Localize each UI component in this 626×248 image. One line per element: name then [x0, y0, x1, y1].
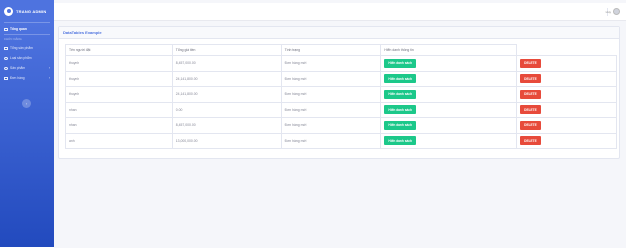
sidebar-item-product-types[interactable]: Loại sản phẩm: [0, 53, 54, 63]
cell-customer: thuynh: [65, 55, 173, 72]
show-details-button[interactable]: Hiển danh sách: [384, 120, 416, 130]
delete-button[interactable]: DELETE: [520, 74, 541, 84]
link-icon: [4, 56, 8, 60]
show-details-button[interactable]: Hiển danh sách: [384, 136, 416, 146]
column-header-customer[interactable]: Tên người đặt: [65, 44, 173, 56]
sidebar-heading: CHỨC NĂNG: [4, 37, 22, 41]
column-header-total[interactable]: Tổng giá tiền: [171, 44, 282, 56]
table-header-row: Tên người đặt Tổng giá tiền Tình trạng H…: [65, 44, 617, 56]
chevron-right-icon: ›: [48, 76, 50, 80]
card-header: DataTables Example: [59, 27, 619, 39]
cell-details: Hiển danh sách: [380, 86, 518, 103]
sidebar-item-dashboard[interactable]: Tổng quan: [0, 24, 54, 34]
cell-delete: DELETE: [516, 70, 617, 87]
box-icon: [4, 46, 8, 50]
cell-status: Đơn hàng mới: [280, 86, 382, 103]
table-row: thuynh 8,457,000.00 Đơn hàng mới Hiển danh …: [65, 55, 617, 72]
column-header-delete: [517, 45, 617, 56]
cell-total: 8,457,000.00: [171, 117, 282, 134]
cell-details: Hiển danh sách: [380, 132, 518, 149]
cell-customer: anh: [65, 132, 173, 149]
cell-delete: DELETE: [516, 86, 617, 103]
main-content: Huy DataTables Example Tên người đặt Tổn…: [54, 0, 626, 248]
cell-total: 8,457,000.00: [171, 55, 282, 72]
show-details-button[interactable]: Hiển danh sách: [384, 58, 416, 68]
table-row: thuynh 24,141,800.00 Đơn hàng mới Hiển danh…: [65, 86, 617, 103]
brand-logo-icon: [4, 6, 13, 16]
table-row: thuynh 24,141,800.00 Đơn hàng mới Hiển danh…: [65, 70, 617, 87]
delete-button[interactable]: DELETE: [520, 120, 541, 130]
cell-status: Đơn hàng mới: [280, 55, 382, 72]
table-row: nhan 0.00 Đơn hàng mới Hiển danh sách DELETE: [65, 101, 617, 118]
topbar: Huy: [54, 3, 626, 21]
orders-table: Tên người đặt Tổng giá tiền Tình trạng H…: [65, 44, 617, 149]
cell-total: 24,141,800.00: [171, 86, 282, 103]
cell-details: Hiển danh sách: [380, 101, 518, 118]
sidebar-item-label: Loại sản phẩm: [10, 56, 32, 60]
user-menu[interactable]: Huy: [606, 8, 620, 15]
gear-icon: [4, 66, 8, 70]
show-details-button[interactable]: Hiển danh sách: [384, 89, 416, 99]
delete-button[interactable]: DELETE: [520, 58, 541, 68]
avatar: [613, 8, 620, 15]
app-window: TRANG ADMIN Tổng quan CHỨC NĂNG Tổng sản…: [0, 0, 626, 248]
sidebar-item-orders[interactable]: Đơn hàng ›: [0, 73, 54, 83]
cell-details: Hiển danh sách: [380, 117, 518, 134]
table-row: nhan 8,457,000.00 Đơn hàng mới Hiển danh sá…: [65, 117, 617, 134]
folder-icon: [4, 76, 8, 80]
cell-status: Đơn hàng mới: [280, 132, 382, 149]
sidebar-item-label: Sản phẩm: [10, 66, 26, 70]
sidebar-brand[interactable]: TRANG ADMIN: [0, 0, 54, 22]
delete-button[interactable]: DELETE: [520, 136, 541, 146]
cell-delete: DELETE: [516, 55, 617, 72]
cell-customer: thuynh: [65, 70, 173, 87]
cell-customer: thuynh: [65, 86, 173, 103]
column-header-status[interactable]: Tình trạng: [280, 44, 382, 56]
show-details-button[interactable]: Hiển danh sách: [384, 105, 416, 115]
cell-delete: DELETE: [516, 101, 617, 118]
cell-total: 13,000,000.00: [171, 132, 282, 149]
datatable-card: DataTables Example Tên người đặt Tổng gi…: [58, 26, 620, 159]
cell-delete: DELETE: [516, 132, 617, 149]
dashboard-icon: [4, 27, 8, 31]
sidebar-item-label: Tổng quan: [10, 27, 27, 31]
sidebar: TRANG ADMIN Tổng quan CHỨC NĂNG Tổng sản…: [0, 0, 54, 247]
sidebar-item-label: Tổng sản phẩm: [10, 46, 33, 50]
sidebar-item-total-products[interactable]: Tổng sản phẩm: [0, 43, 54, 53]
cell-status: Đơn hàng mới: [280, 70, 382, 87]
column-header-details[interactable]: Hiển danh thông tin: [380, 44, 518, 56]
brand-title: TRANG ADMIN: [16, 8, 47, 14]
cell-status: Đơn hàng mới: [280, 117, 382, 134]
sidebar-item-label: Đơn hàng: [10, 76, 25, 80]
cell-delete: DELETE: [516, 117, 617, 134]
cell-total: 0.00: [171, 101, 282, 118]
cell-total: 24,141,800.00: [171, 70, 282, 87]
chevron-right-icon: ›: [48, 66, 50, 70]
show-details-button[interactable]: Hiển danh sách: [384, 74, 416, 84]
cell-status: Đơn hàng mới: [280, 101, 382, 118]
cell-customer: nhan: [65, 117, 173, 134]
delete-button[interactable]: DELETE: [520, 89, 541, 99]
cell-details: Hiển danh sách: [380, 70, 518, 87]
card-title: DataTables Example: [63, 30, 102, 35]
cell-customer: nhan: [65, 101, 173, 118]
chevron-left-icon: ‹: [25, 101, 28, 106]
cell-details: Hiển danh sách: [380, 55, 518, 72]
delete-button[interactable]: DELETE: [520, 105, 541, 115]
sidebar-item-products[interactable]: Sản phẩm ›: [0, 63, 54, 73]
sidebar-divider: [4, 22, 50, 23]
table-row: anh 13,000,000.00 Đơn hàng mới Hiển danh sá…: [65, 132, 617, 149]
sidebar-toggle-button[interactable]: ‹: [22, 99, 31, 108]
table-body: thuynh 8,457,000.00 Đơn hàng mới Hiển danh …: [65, 55, 617, 149]
user-name: Huy: [605, 9, 611, 14]
